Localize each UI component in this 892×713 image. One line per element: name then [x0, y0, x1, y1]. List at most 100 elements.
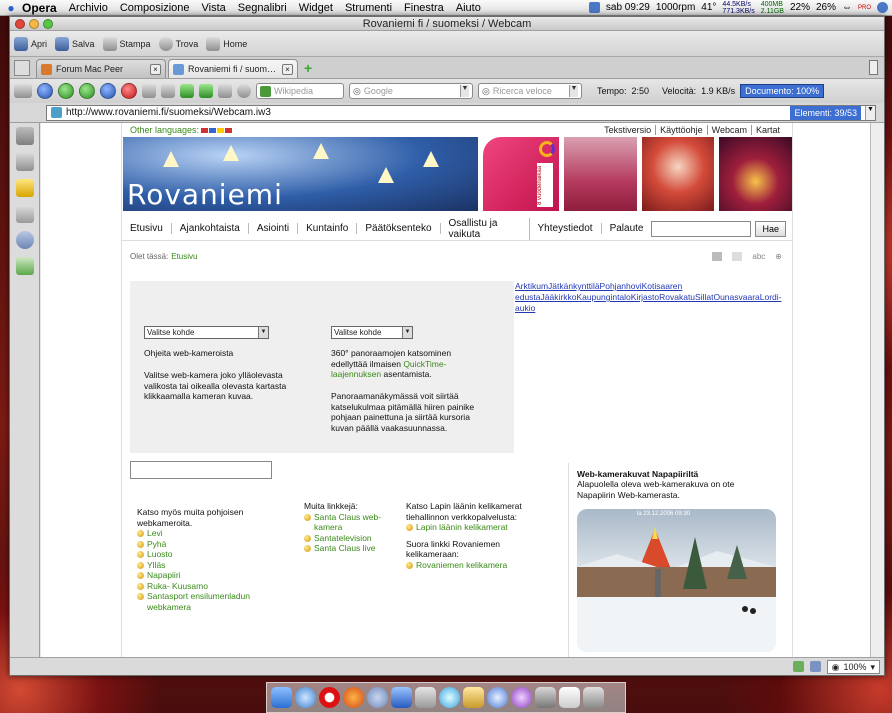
list-item[interactable]: Napapiiri	[137, 570, 267, 581]
link-santasport[interactable]: Santasport ensilumenladun webkamera	[147, 591, 267, 612]
new-tab-button[interactable]: +	[304, 60, 312, 76]
link-santatelevision[interactable]: Santatelevision	[314, 533, 372, 544]
wikipedia-search[interactable]: Wikipedia	[256, 83, 344, 99]
fit-icon[interactable]	[180, 84, 194, 98]
link-lapin-kelikamerat[interactable]: Lapin läänin kelikamerat	[416, 522, 508, 533]
flag-icon[interactable]	[201, 127, 209, 133]
vertical-scrollbar[interactable]	[870, 123, 884, 657]
tab-forum-mac-peer[interactable]: Forum Mac Peer ×	[36, 59, 166, 78]
list-item[interactable]: Santa Claus web-kamera	[304, 512, 394, 533]
sync-icon[interactable]: ⇔	[842, 2, 852, 13]
system-prefs-icon[interactable]	[367, 687, 388, 708]
image-toggle-icon[interactable]	[809, 661, 821, 672]
titlebar[interactable]: Rovaniemi fi / suomeksi / Webcam	[10, 17, 884, 31]
notes-icon[interactable]	[15, 179, 34, 197]
chevron-down-icon[interactable]: ▼	[865, 105, 875, 120]
zoom-window-button[interactable]	[43, 18, 53, 29]
print-nav-icon[interactable]	[218, 84, 232, 98]
link-tekstiversio[interactable]: Tekstiversio	[600, 125, 655, 135]
flag-icon[interactable]: PRO	[858, 5, 871, 11]
list-item[interactable]: Santatelevision	[304, 533, 394, 544]
trash-icon[interactable]	[583, 687, 604, 708]
minimize-window-button[interactable]	[29, 18, 39, 29]
nav-paatoksenteko[interactable]: Päätöksenteko	[357, 223, 441, 234]
breadcrumb-link[interactable]: Etusivu	[171, 252, 197, 261]
print-button[interactable]: Stampa	[102, 36, 151, 51]
rewind-button[interactable]	[37, 83, 53, 99]
safari-icon[interactable]	[295, 687, 316, 708]
panels-icon[interactable]	[14, 84, 32, 98]
list-item[interactable]: Lapin läänin kelikamerat	[406, 522, 536, 533]
document-icon[interactable]	[559, 687, 580, 708]
zoom-selector[interactable]: ◉ 100% ▾	[826, 659, 880, 674]
print-icon[interactable]	[712, 251, 723, 261]
spotlight-icon[interactable]	[877, 2, 888, 13]
notes-app-icon[interactable]	[463, 687, 484, 708]
app-store-icon[interactable]	[391, 687, 412, 708]
link-kartat[interactable]: Kartat	[750, 125, 784, 135]
list-item[interactable]: Ruka- Kuusamo	[137, 581, 267, 592]
history-icon[interactable]	[15, 231, 34, 249]
back-button[interactable]	[58, 83, 74, 99]
link-napapiiri[interactable]: Napapiiri	[147, 570, 181, 581]
close-tab-icon[interactable]: ×	[282, 63, 293, 75]
list-item[interactable]: Ylläs	[137, 560, 267, 571]
panel-toggle-icon[interactable]	[14, 60, 30, 76]
tab-rovaniemi[interactable]: Rovaniemi fi / suomeksi... ×	[168, 59, 298, 78]
utility-icon[interactable]	[535, 687, 556, 708]
banner-image[interactable]: Rovaniemi	[123, 137, 478, 211]
transmission-icon[interactable]	[511, 687, 532, 708]
url-text[interactable]: http://www.rovaniemi.fi/suomeksi/Webcam.…	[66, 107, 271, 118]
save-button[interactable]: Salva	[55, 36, 95, 51]
link-luosto[interactable]: Luosto	[147, 549, 173, 560]
menu-finestra[interactable]: Finestra	[404, 2, 444, 14]
wand-icon[interactable]	[161, 84, 175, 98]
menu-segnalibri[interactable]: Segnalibri	[238, 2, 287, 14]
chevron-down-icon[interactable]: ▼	[569, 85, 578, 97]
site-logo[interactable]: Rovaniemi	[127, 178, 283, 211]
flag-icon[interactable]	[217, 127, 225, 133]
mail-icon[interactable]	[732, 251, 743, 261]
nav-asiointi[interactable]: Asiointi	[249, 223, 299, 234]
text-size-icon[interactable]: abc	[752, 252, 765, 261]
nav-etusivu[interactable]: Etusivu	[122, 223, 172, 234]
open-button[interactable]: Apri	[14, 36, 47, 51]
list-item[interactable]: Pyhä	[137, 539, 267, 550]
home-button[interactable]: Home	[206, 36, 247, 51]
flag-icon[interactable]	[225, 127, 233, 133]
menu-vista[interactable]: Vista	[202, 2, 226, 14]
app-menu[interactable]: Opera	[22, 1, 57, 15]
gear-icon[interactable]	[15, 153, 34, 171]
itunes-icon[interactable]	[487, 687, 508, 708]
list-item[interactable]: Rovaniemen kelikamera	[406, 560, 536, 571]
tab-list-icon[interactable]	[869, 60, 878, 75]
list-item[interactable]: Santasport ensilumenladun webkamera	[137, 591, 267, 612]
menu-strumenti[interactable]: Strumenti	[345, 2, 392, 14]
opera-icon[interactable]	[319, 687, 340, 708]
nav-yhteystiedot[interactable]: Yhteystiedot	[530, 223, 602, 234]
transfers-icon[interactable]	[15, 205, 34, 223]
google-search[interactable]: ◎ Google ▼	[349, 83, 473, 99]
list-item[interactable]: Santa Claus live	[304, 543, 394, 554]
fit-width-icon[interactable]	[792, 661, 804, 672]
menu-widget[interactable]: Widget	[299, 2, 333, 14]
chevron-down-icon[interactable]: ▼	[460, 85, 469, 97]
select-camera-left[interactable]: Valitse kohde ▼	[144, 326, 269, 339]
find-button[interactable]: Trova	[158, 36, 198, 51]
menu-composizione[interactable]: Composizione	[120, 2, 190, 14]
link-webcam[interactable]: Webcam	[706, 125, 751, 135]
link-ruka[interactable]: Ruka- Kuusamo	[147, 581, 208, 592]
ichat-icon[interactable]	[439, 687, 460, 708]
camera-link-list[interactable]: ArktikumJätkänkynttiläPohjanhoviKotisaar…	[515, 281, 782, 313]
link-pyha[interactable]: Pyhä	[147, 539, 166, 550]
link-santa-webcam[interactable]: Santa Claus web-kamera	[314, 512, 394, 533]
nav-palaute[interactable]: Palaute	[602, 223, 652, 234]
fullscreen-icon[interactable]	[199, 84, 213, 98]
zoom-in-icon[interactable]: ⊕	[775, 252, 782, 261]
calendar-icon[interactable]	[588, 2, 600, 13]
link-kayttoohje[interactable]: Käyttöohje	[655, 125, 707, 135]
preview-icon[interactable]	[415, 687, 436, 708]
link-levi[interactable]: Levi	[147, 528, 163, 539]
zoom-nav-icon[interactable]	[237, 84, 251, 98]
bookmarks-panel-icon[interactable]	[15, 127, 34, 145]
